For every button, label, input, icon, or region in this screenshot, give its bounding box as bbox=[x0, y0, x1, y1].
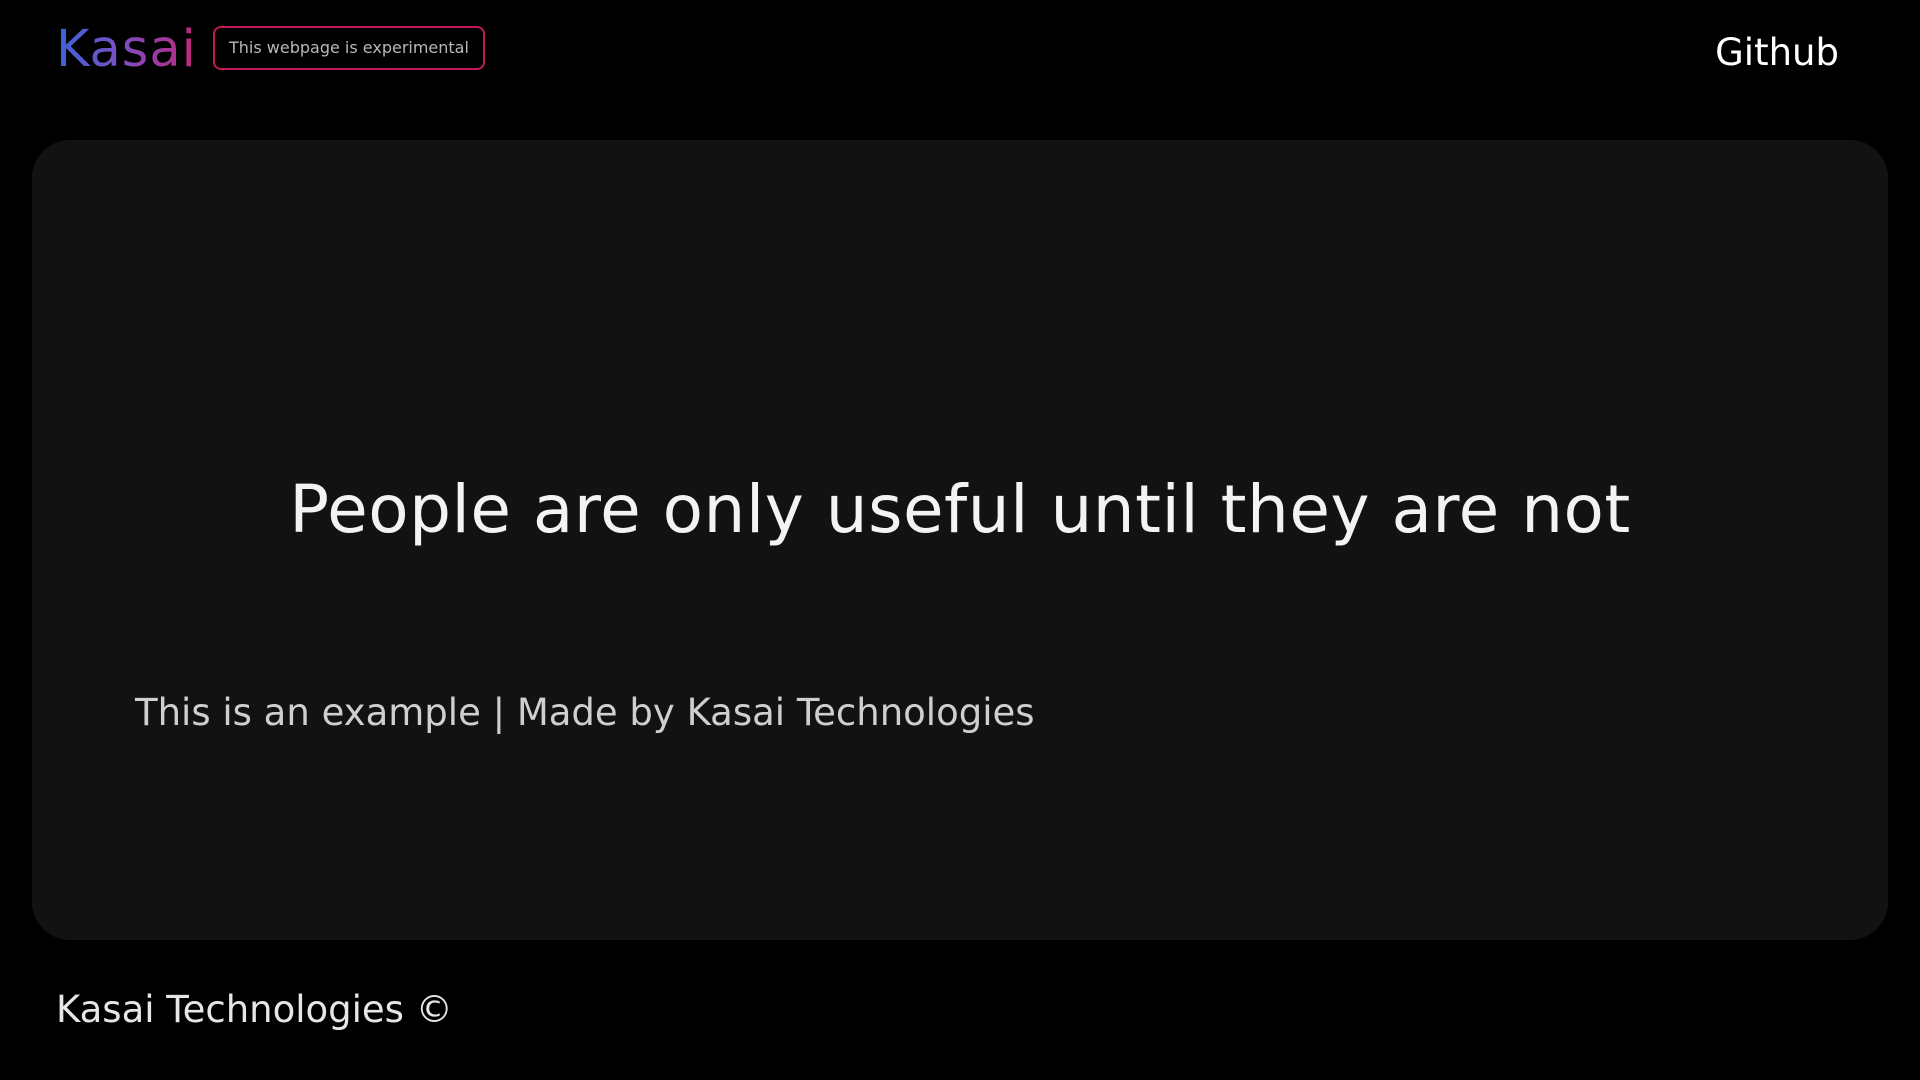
footer-copyright: Kasai Technologies © bbox=[56, 988, 453, 1031]
site-header: Kasai This webpage is experimental Githu… bbox=[0, 0, 1920, 100]
experimental-badge: This webpage is experimental bbox=[213, 26, 485, 70]
hero-card: People are only useful until they are no… bbox=[32, 140, 1888, 940]
hero-subline: This is an example | Made by Kasai Techn… bbox=[135, 691, 1035, 734]
github-link[interactable]: Github bbox=[1715, 28, 1839, 78]
logo[interactable]: Kasai bbox=[56, 18, 197, 82]
hero-headline: People are only useful until they are no… bbox=[289, 471, 1631, 548]
